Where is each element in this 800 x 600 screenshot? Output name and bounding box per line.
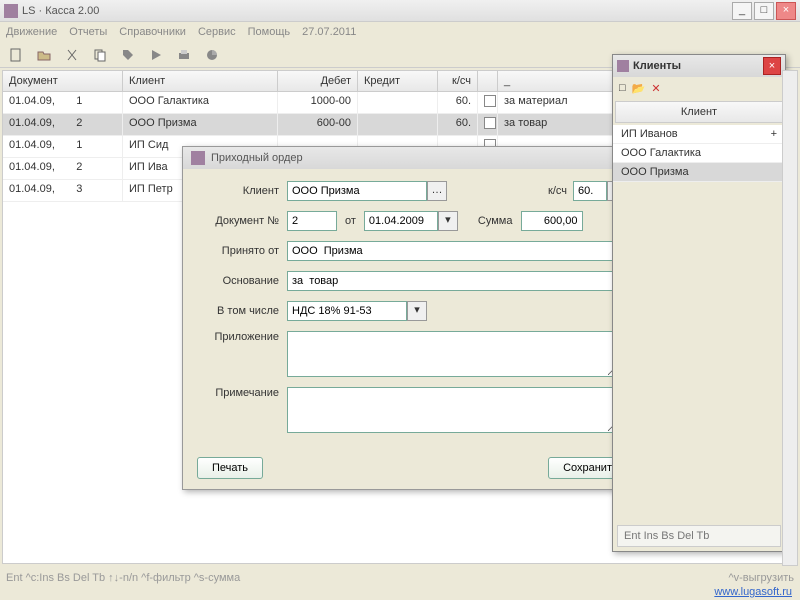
client-lookup-button[interactable]: …	[427, 181, 447, 201]
menubar: Движение Отчеты Справочники Сервис Помощ…	[0, 22, 800, 42]
menu-service[interactable]: Сервис	[198, 26, 236, 38]
clients-panel: Клиенты × □ 📂 ✕ Клиент ИП Иванов+ООО Гал…	[612, 54, 786, 552]
incoming-order-dialog: Приходный ордер Клиент … к/сч ▾ Документ…	[182, 146, 642, 490]
label-attachment: Приложение	[197, 331, 287, 343]
col-account[interactable]: к/сч	[438, 71, 478, 91]
label-from: от	[345, 215, 356, 227]
minimize-button[interactable]: _	[732, 2, 752, 20]
list-item[interactable]: ООО Призма	[613, 163, 785, 182]
dialog-title-text: Приходный ордер	[211, 152, 303, 164]
maximize-button[interactable]: □	[754, 2, 774, 20]
vat-dropdown-button[interactable]: ▾	[407, 301, 427, 321]
col-client[interactable]: Клиент	[123, 71, 278, 91]
status-hints: Ent ^c:Ins Bs Del Tb ↑↓-n/n ^f-фильтр ^s…	[6, 572, 240, 584]
window-title: LS · Касса 2.00	[22, 5, 730, 17]
date-input[interactable]	[364, 211, 438, 231]
menu-directories[interactable]: Справочники	[119, 26, 186, 38]
dialog-icon	[191, 151, 205, 165]
copy-icon[interactable]	[90, 45, 110, 65]
col-debit[interactable]: Дебет	[278, 71, 358, 91]
website-link[interactable]: www.lugasoft.ru	[714, 586, 792, 598]
panel-open-icon[interactable]: 📂	[632, 82, 646, 95]
panel-delete-icon[interactable]: ✕	[651, 82, 660, 95]
label-received: Принято от	[197, 245, 287, 257]
basis-input[interactable]	[287, 271, 617, 291]
print-icon[interactable]	[174, 45, 194, 65]
label-ks: к/сч	[548, 185, 567, 197]
panel-close-button[interactable]: ×	[763, 57, 781, 75]
panel-titlebar[interactable]: Клиенты ×	[613, 55, 785, 77]
titlebar: LS · Касса 2.00 _ □ ×	[0, 0, 800, 22]
list-item[interactable]: ООО Галактика	[613, 144, 785, 163]
col-credit[interactable]: Кредит	[358, 71, 438, 91]
menu-help[interactable]: Помощь	[248, 26, 291, 38]
sum-input[interactable]	[521, 211, 583, 231]
docnum-input[interactable]	[287, 211, 337, 231]
including-input[interactable]	[287, 301, 407, 321]
app-icon	[4, 4, 18, 18]
menu-date: 27.07.2011	[302, 26, 356, 38]
panel-list-header[interactable]: Клиент	[615, 101, 783, 123]
tag-icon[interactable]	[118, 45, 138, 65]
menu-movement[interactable]: Движение	[6, 26, 57, 38]
chart-icon[interactable]	[202, 45, 222, 65]
close-button[interactable]: ×	[776, 2, 796, 20]
received-input[interactable]	[287, 241, 617, 261]
cut-icon[interactable]	[62, 45, 82, 65]
label-including: В том числе	[197, 305, 287, 317]
statusbar: Ent ^c:Ins Bs Del Tb ↑↓-n/n ^f-фильтр ^s…	[6, 572, 794, 584]
status-right: ^v-выгрузить	[728, 572, 794, 584]
menu-reports[interactable]: Отчеты	[69, 26, 107, 38]
attachment-input[interactable]	[287, 331, 617, 377]
dialog-title[interactable]: Приходный ордер	[183, 147, 641, 169]
panel-new-icon[interactable]: □	[619, 82, 626, 94]
ks-input[interactable]	[573, 181, 607, 201]
main-area: Документ Клиент Дебет Кредит к/сч _ 01.0…	[0, 68, 800, 566]
date-picker-button[interactable]: ▾	[438, 211, 458, 231]
play-icon[interactable]	[146, 45, 166, 65]
new-icon[interactable]	[6, 45, 26, 65]
panel-list[interactable]: ИП Иванов+ООО ГалактикаООО Призма	[613, 125, 785, 182]
print-button[interactable]: Печать	[197, 457, 263, 479]
col-document[interactable]: Документ	[3, 71, 123, 91]
panel-title: Клиенты	[629, 60, 763, 72]
scrollbar[interactable]	[782, 70, 798, 566]
list-item[interactable]: ИП Иванов+	[613, 125, 785, 144]
open-icon[interactable]	[34, 45, 54, 65]
panel-footer: Ent Ins Bs Del Tb	[617, 525, 781, 547]
label-client: Клиент	[197, 185, 287, 197]
col-check[interactable]	[478, 71, 498, 91]
panel-icon	[617, 60, 629, 72]
label-note: Примечание	[197, 387, 287, 399]
label-basis: Основание	[197, 275, 287, 287]
panel-toolbar: □ 📂 ✕	[613, 77, 785, 99]
note-input[interactable]	[287, 387, 617, 433]
label-sum: Сумма	[478, 215, 513, 227]
label-docnum: Документ №	[197, 215, 287, 227]
client-input[interactable]	[287, 181, 427, 201]
